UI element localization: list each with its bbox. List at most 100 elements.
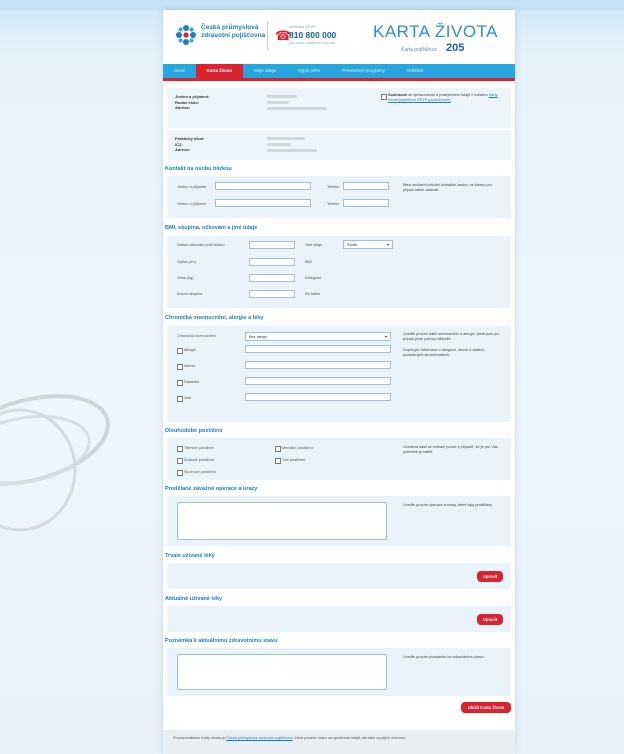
consent-body: se zpracováním a poskytnutím údajů v roz… (408, 93, 488, 97)
check-jine-postizeni[interactable] (275, 458, 281, 464)
consent-text: Souhlasím se zpracováním a poskytnutím ú… (388, 93, 506, 103)
insured-labels: Jméno a příjmení: Rodné číslo: Adresa: (175, 94, 209, 111)
doctor-address-label: Adresa: (175, 147, 190, 152)
footer-text-2: , která ponese nejen za správnost údajů,… (292, 736, 406, 740)
doctor-labels: Praktický lékař: IČZ: Adresa: (175, 136, 205, 153)
contact-2-phone-label: Telefon (327, 202, 340, 206)
phone-caption: Infolinka ČPZP (289, 24, 316, 29)
nav-tab-odhlasit[interactable]: Odhlásit (396, 64, 435, 78)
contact-2-phone-input[interactable] (343, 199, 389, 207)
header-separator (267, 22, 268, 50)
jine-input[interactable] (245, 393, 391, 401)
check-jine[interactable] (177, 396, 183, 402)
check-sluchove-label: Sluchové postižení (184, 470, 216, 474)
blood-group-input[interactable] (249, 290, 295, 298)
insured-address-label: Adresa: (175, 105, 190, 110)
meds-now-edit-button[interactable]: Upravit (477, 614, 503, 625)
doctor-icz-value (267, 143, 291, 146)
doctor-info-box: Praktický lékař: IČZ: Adresa: (167, 130, 511, 160)
meds-now-title: Aktuálně užívané léky (165, 596, 223, 602)
disability-title: Dlouhodobé postižení (165, 428, 223, 434)
chronic-box: Chronická onemocnění Bez alergií ▾ Alergi… (167, 326, 511, 422)
notes-textarea[interactable] (177, 654, 387, 690)
blood-box: Datum očkování proti tetanu Jiné údaje Z… (167, 236, 511, 308)
contact-2-name-label: Jméno a příjmení (177, 202, 207, 206)
blood-title: BMI, skupina, očkování a jiné údaje (165, 225, 258, 231)
insured-rc-value (267, 101, 289, 104)
contact-1-name-input[interactable] (215, 182, 311, 190)
check-astma[interactable] (177, 364, 183, 370)
check-mentalni-label: Mentální postižení (282, 446, 313, 450)
contact-1-phone-label: Telefon (327, 185, 340, 189)
contacts-note: Mezi osobami přivolat kontaktní osobu, v… (403, 183, 492, 192)
consent-title: Souhlasím (388, 93, 408, 97)
history-title: Prodělané závažné operace a úrazy (165, 486, 258, 492)
check-telesne[interactable] (177, 446, 183, 452)
karta-zivota-page: Česká průmyslová zdravotní pojišťovna ☎ … (163, 10, 515, 754)
contacts-title: Kontakt na osobu blízkou (165, 166, 232, 172)
chronic-select[interactable]: Bez alergií ▾ (245, 332, 391, 341)
other-select-value: Zvolte (347, 243, 358, 247)
phone-number: 810 800 000 (289, 30, 337, 40)
rh-label: Rh faktor (305, 292, 321, 296)
contact-2-name-input[interactable] (215, 199, 311, 207)
tetanus-label: Datum očkování proti tetanu (177, 243, 225, 247)
insured-info-box: Jméno a příjmení: Rodné číslo: Adresa: S… (167, 88, 511, 128)
weight-label: Váha (kg) (177, 276, 194, 280)
page-title: KARTA ŽIVOTA (373, 22, 499, 41)
check-telesne-label: Tělesné postižení (184, 446, 214, 450)
logo-line-1: Česká průmyslová (201, 24, 259, 31)
check-mentalni[interactable] (275, 446, 281, 452)
check-zrakove[interactable] (177, 458, 183, 464)
card-number-label: Karta pojištěnce (401, 47, 437, 53)
contact-1-phone-input[interactable] (343, 182, 389, 190)
check-alergie[interactable] (177, 348, 183, 354)
chronic-note-1: Uveďte prosím další onemocnění a alergie… (403, 332, 500, 341)
footer-text-1: Provozovatelem Karty života je (173, 736, 226, 740)
meds-current-edit-button[interactable]: Upravit (477, 571, 503, 582)
chronic-note-2: Doplňující informace o alergiích, lécích… (403, 348, 485, 357)
doctor-address-value (267, 149, 317, 152)
save-card-button[interactable]: Uložit Kartu života (461, 702, 511, 713)
decorative-swirl (0, 394, 110, 532)
diabetes-input[interactable] (245, 377, 391, 385)
doctor-name-value (267, 137, 305, 140)
footer-link[interactable]: Česká průmyslová zdravotní pojišťovna (226, 736, 292, 740)
nav-tab-moje-udaje[interactable]: Moje údaje (243, 64, 287, 78)
nav-tab-uvod[interactable]: Úvod (163, 64, 196, 78)
contacts-box: Jméno a příjmení Telefon Jméno a příjmen… (167, 176, 511, 218)
alergie-input[interactable] (245, 345, 391, 353)
doctor-name-label: Praktický lékař: (175, 136, 205, 141)
footer: Provozovatelem Karty života je Česká prů… (163, 730, 515, 754)
check-astma-label: Astma (184, 364, 195, 368)
history-note: Uveďte prosím operace a úrazy, které byl… (403, 503, 493, 507)
insured-address-value (267, 107, 327, 110)
astma-input[interactable] (245, 361, 391, 369)
nav-tab-vypis-pece[interactable]: Výpis péče (287, 64, 331, 78)
meds-current-title: Trvale užívané léky (165, 553, 215, 559)
insured-name-label: Jméno a příjmení: (175, 94, 210, 99)
nav-tab-preventivni-programy[interactable]: Preventivní programy (331, 64, 396, 78)
category-label: Kategorie (305, 276, 322, 280)
meds-now-box: Upravit (167, 606, 511, 632)
notes-box: Uveďte prosím poznámku ke zdravotnímu st… (167, 648, 511, 696)
chevron-down-icon: ▾ (386, 242, 389, 247)
cpzp-logo-icon (176, 25, 196, 45)
history-box: Uveďte prosím operace a úrazy, které byl… (167, 496, 511, 546)
height-input[interactable] (249, 258, 295, 266)
phone-note: (za cenu místního hovoru) (289, 40, 336, 45)
check-diabetes[interactable] (177, 380, 183, 386)
check-zrakove-label: Zrakové postižení (184, 458, 214, 462)
weight-input[interactable] (249, 274, 295, 282)
tetanus-input[interactable] (249, 241, 295, 249)
check-alergie-label: Alergie (184, 348, 196, 352)
nav-tab-karta-zivota[interactable]: Karta života (195, 64, 244, 78)
history-textarea[interactable] (177, 502, 387, 540)
consent-checkbox[interactable] (381, 94, 387, 100)
other-select[interactable]: Zvolte ▾ (343, 240, 393, 249)
check-sluchove[interactable] (177, 470, 183, 476)
check-jine-postizeni-label: Jiné postižení (282, 458, 306, 462)
logo-text: Česká průmyslová zdravotní pojišťovna (201, 24, 265, 40)
chronic-select-label: Chronická onemocnění (177, 334, 217, 338)
height-label: Výška (cm) (177, 260, 196, 264)
